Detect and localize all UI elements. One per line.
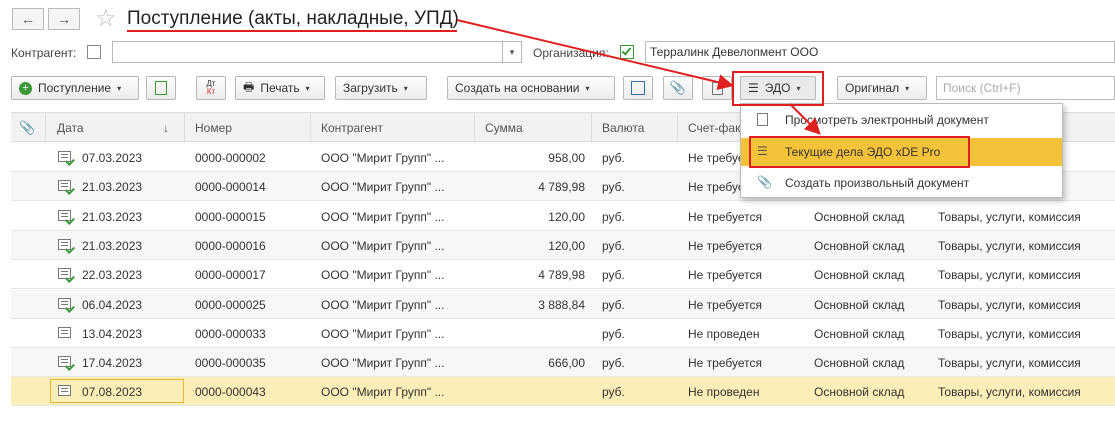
arrow-to-menu-item [789,103,821,135]
annotation-arrows [456,19,821,135]
arrow-to-edo [456,19,734,91]
